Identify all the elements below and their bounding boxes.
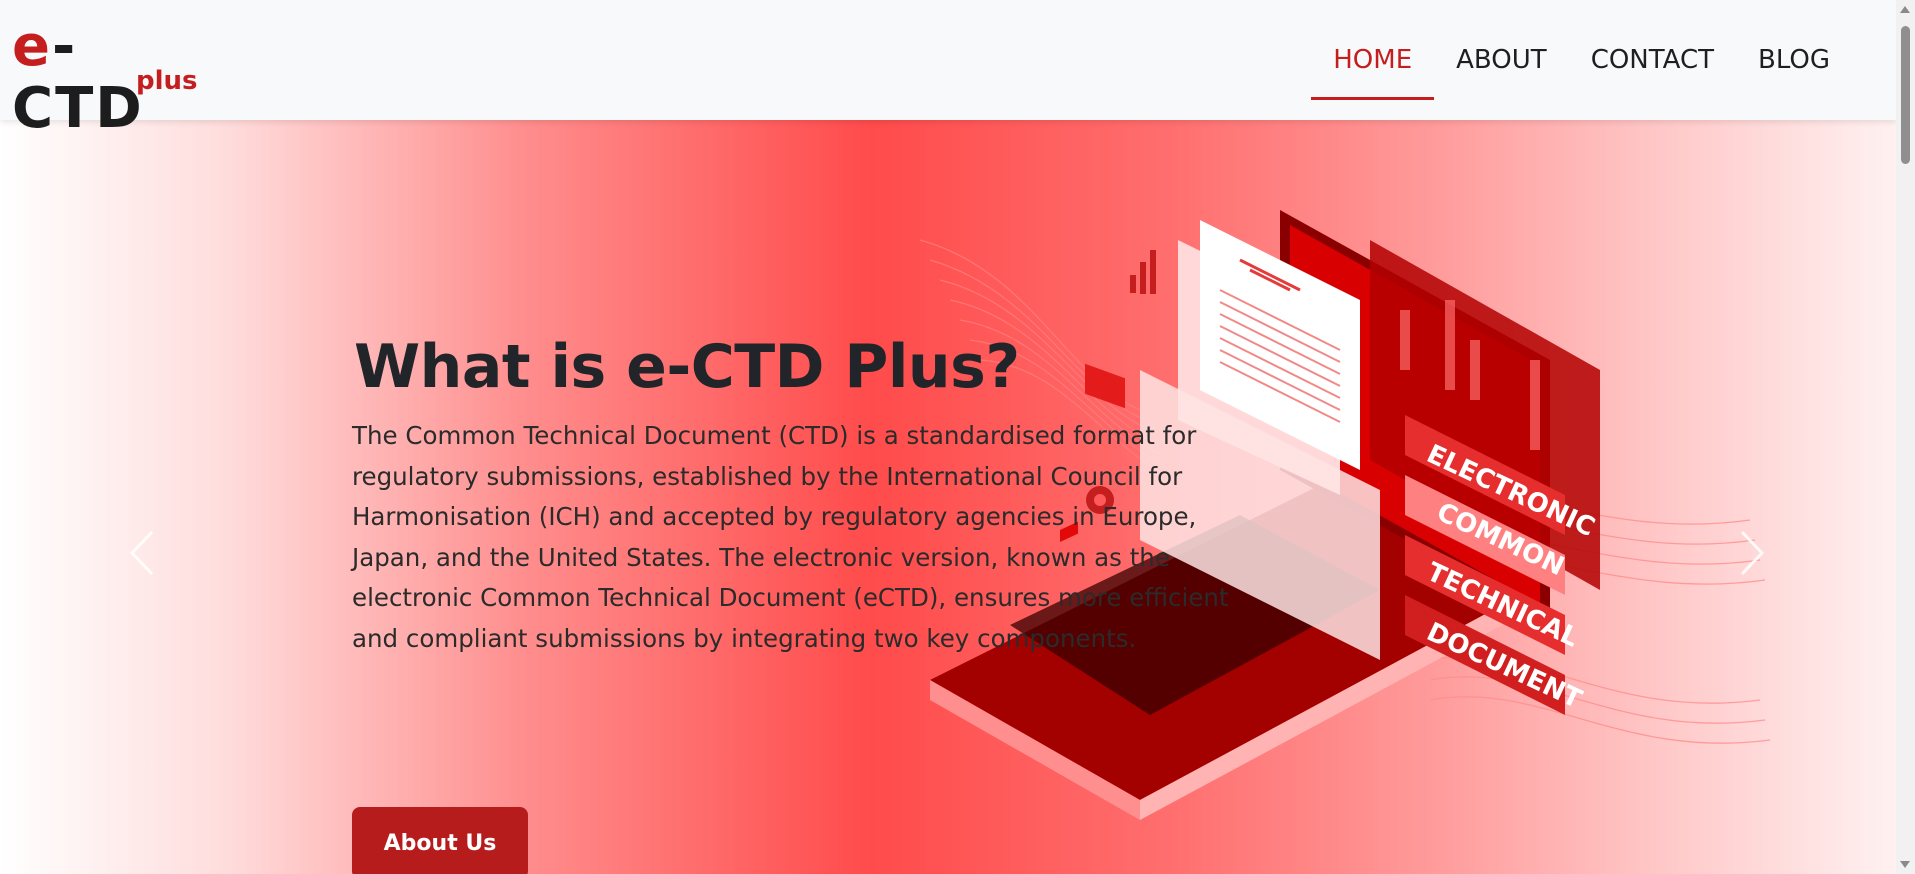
site-logo[interactable]: e-CTD plus	[12, 16, 202, 140]
scroll-up-arrow-icon[interactable]	[1900, 6, 1910, 13]
nav-blog[interactable]: BLOG	[1736, 0, 1852, 120]
scroll-down-arrow-icon[interactable]	[1900, 861, 1910, 868]
main-nav: HOME ABOUT CONTACT BLOG	[1311, 0, 1852, 120]
carousel-prev-button[interactable]	[124, 528, 164, 578]
chevron-right-icon	[1740, 530, 1765, 576]
hero-title: What is e-CTD Plus?	[354, 332, 1020, 402]
about-us-button[interactable]: About Us	[352, 807, 528, 874]
logo-subtext: plus	[136, 66, 198, 96]
hero-content: What is e-CTD Plus? The Common Technical…	[352, 332, 1252, 874]
chevron-left-icon	[129, 530, 154, 576]
page-scrollbar[interactable]	[1896, 0, 1915, 874]
hero-carousel: ELECTRONIC COMMON TECHNICAL DOCUMENT Wha…	[0, 120, 1896, 874]
nav-contact[interactable]: CONTACT	[1569, 0, 1736, 120]
nav-home[interactable]: HOME	[1311, 0, 1435, 120]
scroll-thumb[interactable]	[1901, 26, 1910, 164]
hero-description: The Common Technical Document (CTD) is a…	[352, 421, 1229, 653]
nav-about[interactable]: ABOUT	[1434, 0, 1569, 120]
site-header: e-CTD plus HOME ABOUT CONTACT BLOG	[0, 0, 1896, 140]
carousel-next-button[interactable]	[1730, 528, 1770, 578]
